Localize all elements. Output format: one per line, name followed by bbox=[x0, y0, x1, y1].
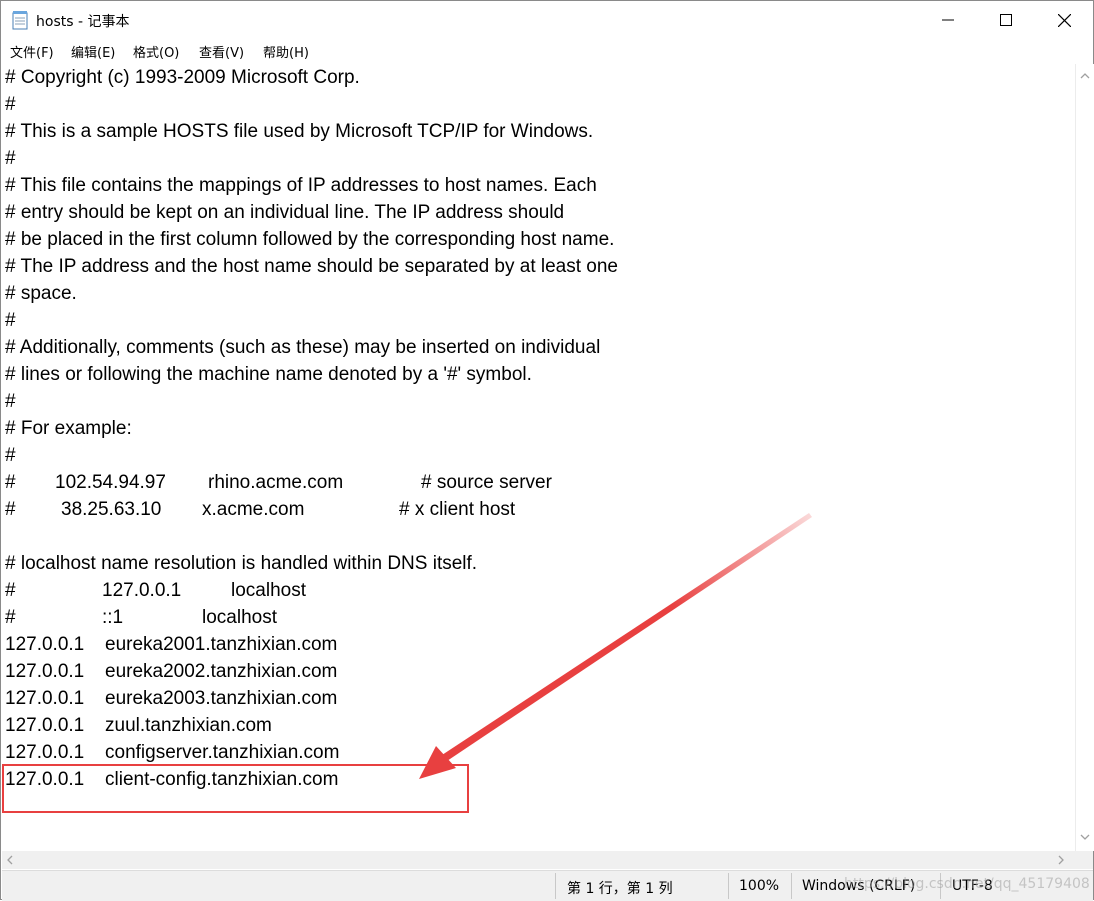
status-separator bbox=[728, 873, 729, 899]
cursor-position: 第 1 行，第 1 列 bbox=[567, 881, 673, 897]
text-segment: 102.54.94.97 bbox=[55, 472, 166, 493]
window-title: hosts - 记事本 bbox=[36, 14, 130, 30]
text-segment: # bbox=[5, 94, 16, 115]
text-segment: localhost bbox=[231, 580, 306, 601]
close-icon bbox=[1057, 13, 1071, 27]
menu-view[interactable]: 查看(V) bbox=[199, 42, 244, 61]
menu-edit[interactable]: 编辑(E) bbox=[71, 42, 115, 61]
title-bar[interactable]: hosts - 记事本 bbox=[1, 1, 1093, 39]
text-segment: 127.0.0.1 bbox=[102, 580, 182, 601]
text-segment: # bbox=[5, 310, 16, 331]
maximize-icon bbox=[1000, 14, 1012, 26]
menu-file[interactable]: 文件(F) bbox=[10, 42, 54, 61]
close-button[interactable] bbox=[1035, 1, 1093, 39]
text-segment: # be placed in the first column followed… bbox=[5, 229, 615, 250]
status-bar: 第 1 行，第 1 列 100% Windows (CRLF) UTF-8 ht… bbox=[2, 870, 1093, 901]
text-segment: localhost bbox=[202, 607, 277, 628]
text-segment: x.acme.com bbox=[202, 499, 305, 520]
text-segment: # lines or following the machine name de… bbox=[5, 364, 532, 385]
text-segment: configserver.tanzhixian.com bbox=[105, 742, 340, 763]
text-segment: # bbox=[5, 391, 16, 412]
scroll-up-arrow-icon[interactable] bbox=[1080, 72, 1090, 79]
text-segment: # space. bbox=[5, 283, 77, 304]
scrollbar-corner bbox=[1075, 851, 1093, 869]
text-segment: # This file contains the mappings of IP … bbox=[5, 175, 597, 196]
text-segment: 38.25.63.10 bbox=[61, 499, 162, 520]
text-segment: # For example: bbox=[5, 418, 132, 439]
text-segment: 127.0.0.1 bbox=[5, 634, 85, 655]
horizontal-scrollbar[interactable] bbox=[2, 851, 1075, 869]
zoom-level: 100% bbox=[739, 878, 780, 894]
status-separator bbox=[555, 873, 556, 899]
annotation-highlight-box bbox=[2, 764, 469, 813]
text-segment: eureka2001.tanzhixian.com bbox=[105, 634, 338, 655]
text-segment: # bbox=[5, 580, 16, 601]
text-segment: 127.0.0.1 bbox=[5, 715, 85, 736]
vertical-scrollbar[interactable] bbox=[1075, 64, 1094, 851]
menu-format[interactable]: 格式(O) bbox=[133, 42, 179, 61]
text-segment: # x client host bbox=[399, 499, 516, 520]
minimize-button[interactable] bbox=[919, 1, 977, 39]
text-segment: # source server bbox=[421, 472, 552, 493]
minimize-icon bbox=[942, 19, 954, 21]
text-segment: eureka2003.tanzhixian.com bbox=[105, 688, 338, 709]
text-segment: 127.0.0.1 bbox=[5, 688, 85, 709]
text-segment: # bbox=[5, 607, 16, 628]
text-segment: # This is a sample HOSTS file used by Mi… bbox=[5, 121, 594, 142]
scroll-down-arrow-icon[interactable] bbox=[1080, 834, 1090, 841]
text-segment: rhino.acme.com bbox=[208, 472, 344, 493]
text-segment: 127.0.0.1 bbox=[5, 742, 85, 763]
text-segment: ::1 bbox=[102, 607, 124, 628]
text-segment: # bbox=[5, 499, 16, 520]
text-segment: # bbox=[5, 445, 16, 466]
text-segment: 127.0.0.1 bbox=[5, 661, 85, 682]
text-editor[interactable]: # Copyright (c) 1993-2009 Microsoft Corp… bbox=[2, 64, 1074, 851]
notepad-icon bbox=[12, 11, 28, 30]
text-segment: # localhost name resolution is handled w… bbox=[5, 553, 478, 574]
text-segment: # The IP address and the host name shoul… bbox=[5, 256, 619, 277]
menu-bar: 文件(F) 编辑(E) 格式(O) 查看(V) 帮助(H) bbox=[1, 39, 1093, 63]
watermark: https://blog.csdn.net/qq_45179408 bbox=[844, 876, 1090, 892]
scroll-right-arrow-icon[interactable] bbox=[1058, 855, 1065, 865]
text-segment: # Additionally, comments (such as these)… bbox=[5, 337, 601, 358]
text-segment: zuul.tanzhixian.com bbox=[105, 715, 272, 736]
text-segment: # bbox=[5, 472, 16, 493]
text-segment: # entry should be kept on an individual … bbox=[5, 202, 565, 223]
text-segment: # bbox=[5, 148, 16, 169]
scroll-left-arrow-icon[interactable] bbox=[6, 855, 13, 865]
menu-help[interactable]: 帮助(H) bbox=[263, 42, 309, 61]
text-segment: # Copyright (c) 1993-2009 Microsoft Corp… bbox=[5, 67, 360, 88]
notepad-window: hosts - 记事本 文件(F) 编辑(E) 格式(O) 查看(V) 帮助(H… bbox=[0, 0, 1094, 901]
status-separator bbox=[791, 873, 792, 899]
maximize-button[interactable] bbox=[977, 1, 1035, 39]
text-segment: eureka2002.tanzhixian.com bbox=[105, 661, 338, 682]
